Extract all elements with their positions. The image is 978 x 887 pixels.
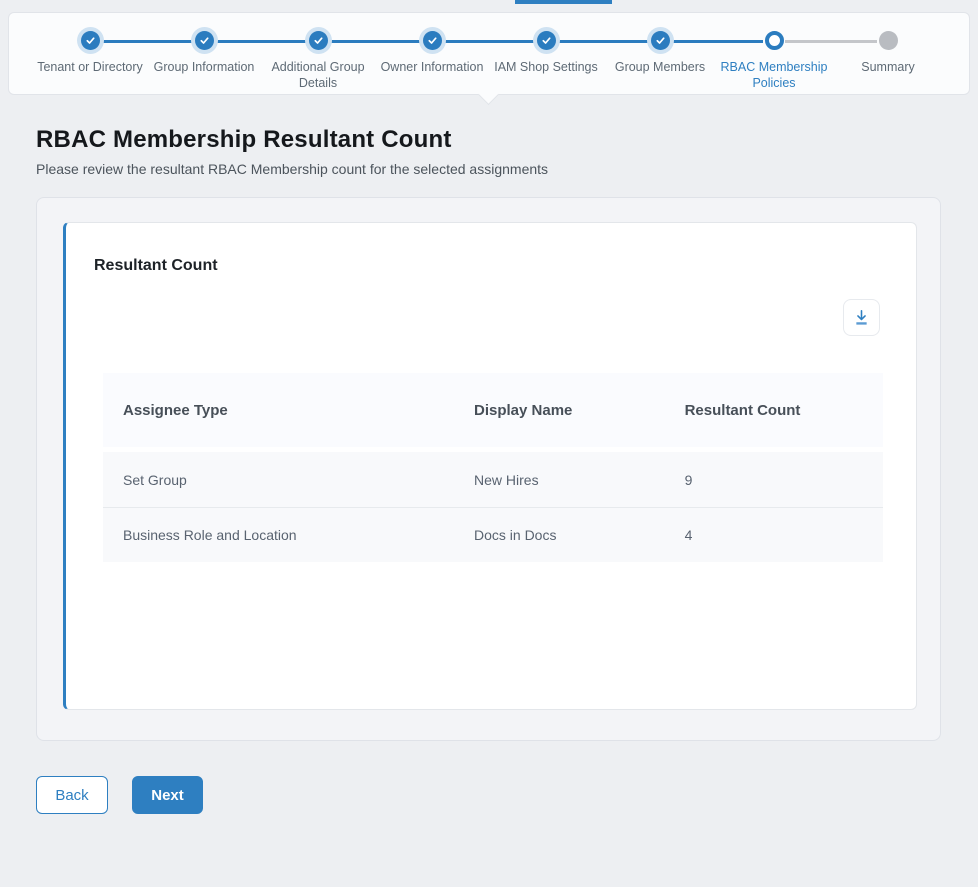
stepper-step-owner-information[interactable]: Owner Information [375, 22, 489, 92]
step-indicator [309, 31, 328, 50]
step-indicator [651, 31, 670, 50]
step-label: RBAC Membership Policies [717, 59, 831, 92]
step-label: Tenant or Directory [37, 59, 143, 75]
cell-assignee-type: Business Role and Location [103, 527, 454, 543]
column-header-resultant-count: Resultant Count [665, 402, 883, 419]
next-button[interactable]: Next [132, 776, 203, 814]
step-label: IAM Shop Settings [494, 59, 598, 75]
step-indicator [537, 31, 556, 50]
stepper-step-iam-shop-settings[interactable]: IAM Shop Settings [489, 22, 603, 92]
step-indicator [879, 31, 898, 50]
check-icon [85, 35, 96, 46]
column-header-assignee-type: Assignee Type [103, 402, 454, 419]
page-title: RBAC Membership Resultant Count [36, 126, 548, 154]
step-indicator [423, 31, 442, 50]
step-label: Group Information [154, 59, 255, 75]
cell-assignee-type: Set Group [103, 472, 454, 488]
back-button[interactable]: Back [36, 776, 108, 814]
card-heading: Resultant Count [94, 257, 218, 275]
step-indicator [765, 31, 784, 50]
step-indicator [81, 31, 100, 50]
top-accent-bar [515, 0, 612, 4]
resultant-count-table: Assignee Type Display Name Resultant Cou… [103, 373, 883, 562]
page-subtitle: Please review the resultant RBAC Members… [36, 161, 548, 177]
download-icon [852, 308, 871, 327]
step-label: Owner Information [381, 59, 484, 75]
table-row: Set Group New Hires 9 [103, 452, 883, 507]
step-indicator [195, 31, 214, 50]
check-icon [313, 35, 324, 46]
wizard-stepper: Tenant or Directory Group Information Ad… [8, 12, 970, 95]
cell-display-name: Docs in Docs [454, 527, 665, 543]
check-icon [199, 35, 210, 46]
page-header: RBAC Membership Resultant Count Please r… [36, 126, 548, 177]
step-label: Summary [861, 59, 914, 75]
step-label: Additional Group Details [261, 59, 375, 92]
check-icon [655, 35, 666, 46]
column-header-display-name: Display Name [454, 402, 665, 419]
stepper-steps: Tenant or Directory Group Information Ad… [9, 13, 969, 92]
stepper-step-group-members[interactable]: Group Members [603, 22, 717, 92]
stepper-step-tenant-or-directory[interactable]: Tenant or Directory [33, 22, 147, 92]
cell-display-name: New Hires [454, 472, 665, 488]
table-body: Set Group New Hires 9 Business Role and … [103, 452, 883, 562]
stepper-step-group-information[interactable]: Group Information [147, 22, 261, 92]
resultant-count-card: Resultant Count Assignee Type Display Na… [63, 222, 917, 710]
table-row: Business Role and Location Docs in Docs … [103, 507, 883, 562]
download-button[interactable] [843, 299, 880, 336]
stepper-step-additional-group-details[interactable]: Additional Group Details [261, 22, 375, 92]
rbac-resultant-panel: Resultant Count Assignee Type Display Na… [36, 197, 941, 741]
step-label: Group Members [615, 59, 705, 75]
check-icon [427, 35, 438, 46]
check-icon [541, 35, 552, 46]
cell-resultant-count: 4 [665, 527, 883, 543]
table-header-row: Assignee Type Display Name Resultant Cou… [103, 373, 883, 447]
cell-resultant-count: 9 [665, 472, 883, 488]
stepper-step-rbac-membership-policies[interactable]: RBAC Membership Policies [717, 22, 831, 92]
stepper-step-summary[interactable]: Summary [831, 22, 945, 92]
